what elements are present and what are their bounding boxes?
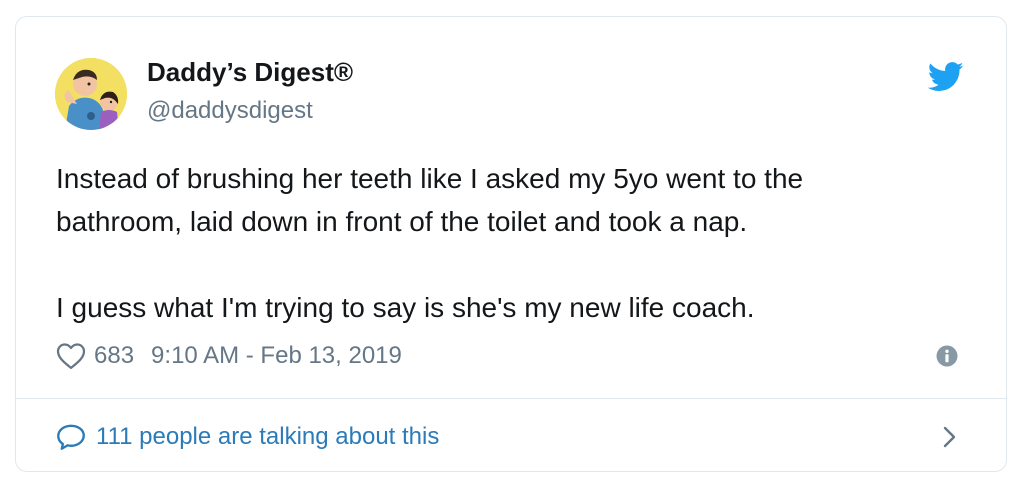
tweet-line: bathroom, laid down in front of the toil…	[56, 206, 748, 237]
twitter-bird-icon[interactable]	[927, 61, 964, 93]
author-name[interactable]: Daddy’s Digest®	[147, 57, 353, 88]
speech-bubble-icon	[57, 424, 85, 450]
conversation-label[interactable]: 111 people are talking about this	[96, 423, 439, 451]
tweet-meta: 683 9:10 AM - Feb 13, 2019	[56, 340, 402, 372]
tweet-text: Instead of brushing her teeth like I ask…	[56, 157, 976, 329]
tweet-timestamp[interactable]: 9:10 AM - Feb 13, 2019	[151, 342, 402, 370]
author-handle[interactable]: @daddysdigest	[147, 97, 313, 125]
like-count[interactable]: 683	[94, 342, 134, 370]
heart-icon[interactable]	[56, 342, 86, 370]
avatar[interactable]	[55, 58, 127, 130]
chevron-right-icon[interactable]	[942, 425, 958, 449]
cartoon-family-avatar-icon	[55, 58, 127, 130]
tweet-line: Instead of brushing her teeth like I ask…	[56, 163, 804, 194]
divider	[16, 398, 1006, 399]
tweet-card[interactable]: Daddy’s Digest® @daddysdigest Instead of…	[15, 16, 1007, 472]
tweet-line: I guess what I'm trying to say is she's …	[56, 292, 755, 323]
conversation-link[interactable]: 111 people are talking about this	[56, 421, 439, 453]
info-icon[interactable]	[936, 345, 958, 367]
